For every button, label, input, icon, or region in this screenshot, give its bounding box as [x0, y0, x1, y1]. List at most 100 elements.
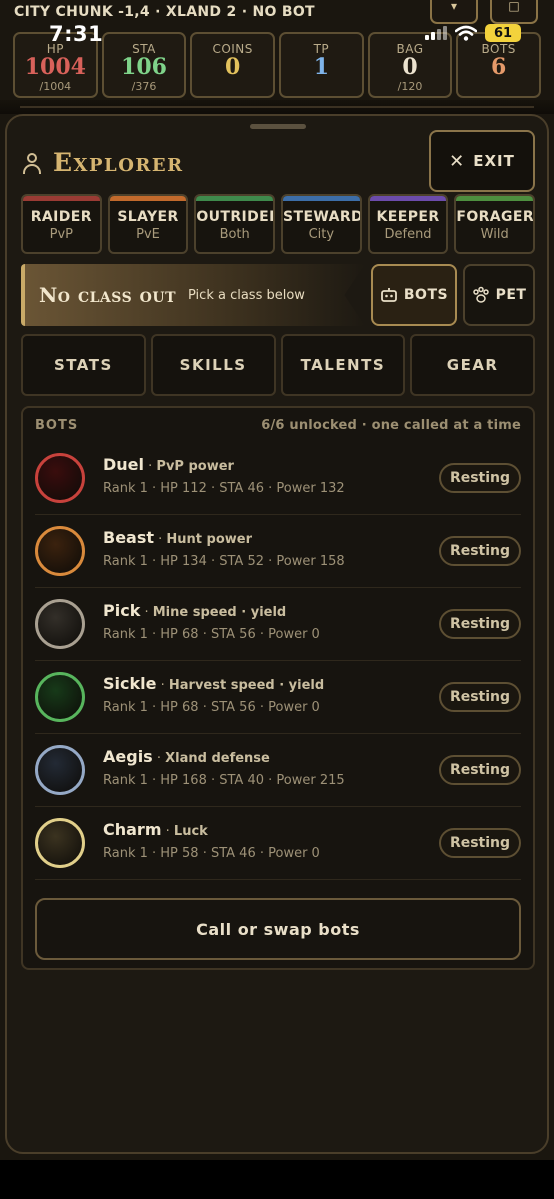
bot-name: Charm	[103, 820, 162, 839]
close-icon: ✕	[449, 150, 466, 172]
class-color-bar	[196, 196, 274, 201]
bots-panel: BOTS 6/6 unlocked · one called at a time…	[21, 406, 535, 970]
class-color-bar	[283, 196, 360, 201]
tab-talents[interactable]: TALENTS	[280, 334, 406, 396]
status-icons: 61	[425, 24, 521, 42]
bot-row-aegis[interactable]: Aegis · Xland defense Rank 1 · HP 168 · S…	[35, 734, 521, 807]
bot-role: Hunt power	[166, 532, 253, 547]
bot-orb-icon	[35, 818, 85, 868]
exit-label: EXIT	[473, 152, 515, 170]
person-icon	[23, 152, 41, 174]
bot-name: Beast	[103, 528, 155, 547]
stat-coins: COINS 0	[190, 32, 276, 98]
bots-panel-header: BOTS 6/6 unlocked · one called at a time	[35, 418, 521, 433]
bot-role-separator: ·	[140, 605, 153, 620]
class-forager[interactable]: FORAGER Wild	[454, 194, 536, 254]
bot-row-charm[interactable]: Charm · Luck Rank 1 · HP 58 · STA 46 · Po…	[35, 807, 521, 880]
bot-stats: Rank 1 · HP 58 · STA 46 · Power 0	[103, 846, 320, 861]
bot-role: Luck	[173, 824, 208, 839]
bot-status-button[interactable]: Resting	[439, 463, 521, 493]
bot-orb-icon	[35, 453, 85, 503]
bot-role-separator: ·	[152, 751, 166, 766]
robot-icon	[380, 288, 397, 302]
bot-row-duel[interactable]: Duel · PvP power Rank 1 · HP 112 · STA 46…	[35, 442, 521, 515]
bot-row-pick[interactable]: Pick · Mine speed · yield Rank 1 · HP 68 …	[35, 588, 521, 661]
stat-value: 1	[313, 54, 329, 80]
bot-status-button[interactable]: Resting	[439, 828, 521, 858]
call-swap-bots-button[interactable]: Call or swap bots	[35, 898, 521, 960]
exit-button[interactable]: ✕ EXIT	[429, 130, 535, 192]
class-role: Wild	[480, 227, 509, 242]
class-role: PvE	[136, 227, 160, 242]
paw-icon	[472, 286, 489, 303]
bot-stats: Rank 1 · HP 134 · STA 52 · Power 158	[103, 554, 345, 569]
bot-role-separator: ·	[154, 532, 167, 547]
bot-title: Duel · PvP power	[103, 455, 234, 474]
bot-role: Mine speed · yield	[152, 605, 287, 620]
sheet-backdrop-divider	[0, 100, 554, 114]
bot-status-button[interactable]: Resting	[439, 682, 521, 712]
banner-hint: Pick a class below	[188, 287, 305, 303]
bot-title: Charm · Luck	[103, 820, 208, 839]
stat-max: /120	[397, 80, 423, 93]
class-selector: RAIDER PvP SLAYER PvE OUTRIDER Both STEWARD Cit…	[21, 194, 536, 254]
tab-skills[interactable]: SKILLS	[150, 334, 276, 396]
chevron-down-icon: ▾	[450, 0, 458, 13]
class-raider[interactable]: RAIDER PvP	[21, 194, 102, 254]
bot-orb-icon	[35, 672, 85, 722]
class-slayer[interactable]: SLAYER PvE	[107, 194, 189, 254]
class-role: City	[308, 227, 335, 242]
bots-toggle-label: BOTS	[403, 287, 449, 303]
stat-max: /376	[131, 80, 157, 93]
class-color-bar	[369, 196, 447, 201]
battery-indicator: 61	[485, 24, 521, 42]
dropdown-button[interactable]: ▾	[430, 0, 478, 24]
pet-toggle-button[interactable]: PET	[463, 264, 535, 326]
bot-stats: Rank 1 · HP 168 · STA 40 · Power 215	[103, 773, 345, 788]
class-name: RAIDER	[30, 209, 92, 225]
section-tabs: STATS SKILLS TALENTS GEAR	[21, 334, 535, 396]
class-role: Defend	[384, 227, 432, 242]
bot-list: Duel · PvP power Rank 1 · HP 112 · STA 46…	[35, 442, 521, 880]
tab-gear[interactable]: GEAR	[410, 334, 535, 396]
bot-row-beast[interactable]: Beast · Hunt power Rank 1 · HP 134 · STA …	[35, 515, 521, 588]
bot-orb-icon	[35, 599, 85, 649]
bots-unlock-meta: 6/6 unlocked · one called at a time	[261, 418, 521, 433]
class-name: SLAYER	[117, 209, 179, 225]
bot-row-sickle[interactable]: Sickle · Harvest speed · yield Rank 1 · H…	[35, 661, 521, 734]
class-color-bar	[109, 196, 187, 201]
bot-status-button[interactable]: Resting	[439, 609, 521, 639]
bot-status-button[interactable]: Resting	[439, 755, 521, 785]
status-time: 7:31	[49, 22, 104, 46]
stat-value: 6	[491, 54, 507, 80]
bot-role: Harvest speed · yield	[168, 678, 325, 693]
bot-role-separator: ·	[144, 459, 157, 474]
class-steward[interactable]: STEWARD City	[281, 194, 362, 254]
bot-role-separator: ·	[161, 824, 174, 839]
pet-toggle-label: PET	[495, 287, 527, 303]
class-keeper[interactable]: KEEPER Defend	[367, 194, 449, 254]
stat-sta: STA 106/376	[101, 32, 187, 98]
bot-stats: Rank 1 · HP 68 · STA 56 · Power 0	[103, 700, 320, 715]
bot-role-separator: ·	[156, 678, 169, 693]
class-name: STEWARD	[283, 209, 362, 225]
bot-title: Pick · Mine speed · yield	[103, 601, 286, 620]
sheet-title: Explorer	[53, 148, 184, 177]
class-name: OUTRIDER	[196, 209, 276, 225]
tab-stats[interactable]: STATS	[21, 334, 146, 396]
cellular-signal-icon	[425, 26, 447, 40]
explorer-sheet: Explorer ✕ EXIT RAIDER PvP SLAYER PvE OUTRID…	[5, 114, 549, 1154]
box-button[interactable]: □	[490, 0, 538, 24]
bot-title: Aegis · Xland defense	[103, 747, 270, 766]
banner-title: No class out	[39, 283, 176, 307]
bot-orb-icon	[35, 745, 85, 795]
stat-value: 1004	[24, 54, 86, 80]
class-outrider[interactable]: OUTRIDER Both	[194, 194, 276, 254]
sheet-drag-handle[interactable]	[250, 124, 306, 129]
bot-role: Xland defense	[165, 751, 270, 766]
bot-orb-icon	[35, 526, 85, 576]
bot-role: PvP power	[156, 459, 234, 474]
bot-name: Aegis	[103, 747, 153, 766]
bot-status-button[interactable]: Resting	[439, 536, 521, 566]
bots-toggle-button[interactable]: BOTS	[371, 264, 457, 326]
